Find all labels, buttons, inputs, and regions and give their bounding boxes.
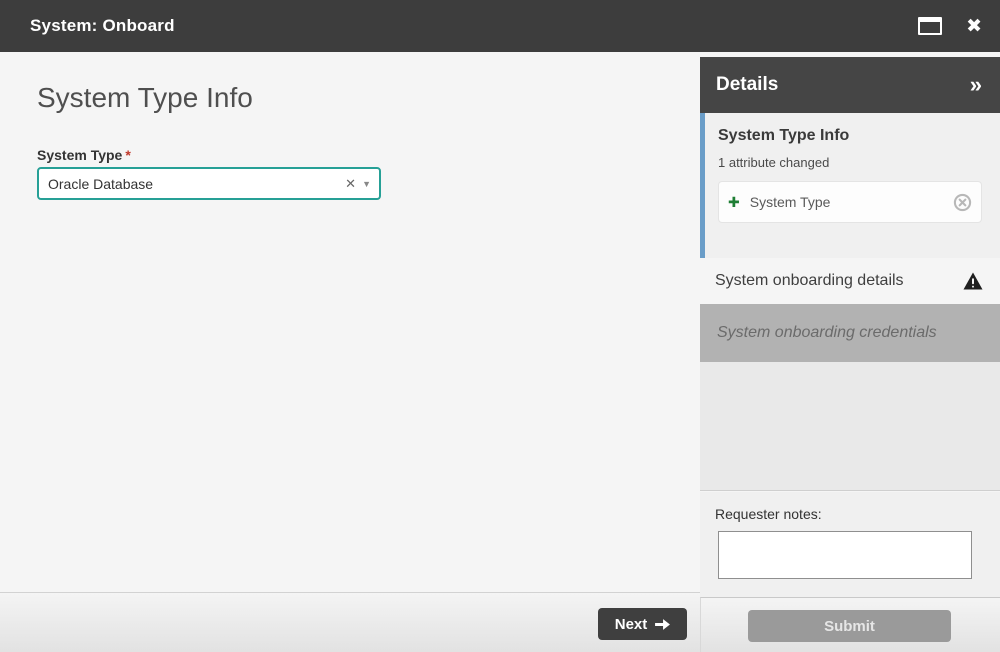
changes-summary: 1 attribute changed	[718, 155, 982, 170]
requester-notes-input[interactable]	[718, 531, 972, 579]
details-panel: Details » System Type Info 1 attribute c…	[700, 52, 1000, 652]
warning-icon	[963, 272, 983, 290]
submit-button[interactable]: Submit	[748, 610, 951, 642]
details-panel-header: Details »	[700, 57, 1000, 113]
changes-section: System Type Info 1 attribute changed ✚ S…	[700, 113, 1000, 258]
dropdown-caret-icon[interactable]: ▼	[360, 179, 379, 189]
changed-attribute-name: System Type	[750, 194, 953, 210]
requester-notes-label: Requester notes:	[715, 506, 1000, 522]
page-title: System Type Info	[37, 82, 253, 114]
close-icon[interactable]: ✖	[966, 17, 982, 36]
titlebar-controls: ✖	[918, 0, 982, 52]
onboard-window: System: Onboard ✖ System Type Info Syste…	[0, 0, 1000, 652]
system-type-selected-value: Oracle Database	[39, 176, 341, 192]
details-panel-title: Details	[716, 74, 970, 96]
requester-notes-section: Requester notes:	[700, 492, 1000, 597]
nav-item-label: System onboarding details	[715, 272, 963, 290]
plus-icon: ✚	[728, 194, 740, 211]
revert-change-icon[interactable]	[953, 193, 972, 212]
maximize-icon[interactable]	[918, 17, 942, 35]
clear-selection-icon[interactable]: ✕	[341, 176, 360, 192]
nav-item-label: System onboarding credentials	[717, 324, 937, 342]
panel-empty-area	[700, 362, 1000, 491]
changes-section-title: System Type Info	[718, 127, 982, 145]
main-content: System Type Info System Type* Oracle Dat…	[0, 52, 700, 592]
nav-item-system-onboarding-credentials[interactable]: System onboarding credentials	[700, 304, 1000, 362]
panel-footer: Submit	[700, 597, 1000, 652]
next-button-label: Next	[615, 616, 648, 633]
required-asterisk: *	[125, 147, 130, 163]
system-type-label-text: System Type	[37, 147, 122, 163]
next-button[interactable]: Next	[598, 608, 687, 640]
nav-item-system-onboarding-details[interactable]: System onboarding details	[700, 258, 1000, 304]
titlebar: System: Onboard ✖	[0, 0, 1000, 52]
window-title: System: Onboard	[30, 16, 175, 36]
system-type-select[interactable]: Oracle Database ✕ ▼	[37, 167, 381, 200]
system-type-label: System Type*	[37, 147, 131, 163]
arrow-right-icon	[655, 618, 670, 631]
changed-attribute-card: ✚ System Type	[718, 181, 982, 223]
main-footer: Next	[0, 592, 700, 652]
collapse-panel-icon[interactable]: »	[970, 74, 982, 96]
